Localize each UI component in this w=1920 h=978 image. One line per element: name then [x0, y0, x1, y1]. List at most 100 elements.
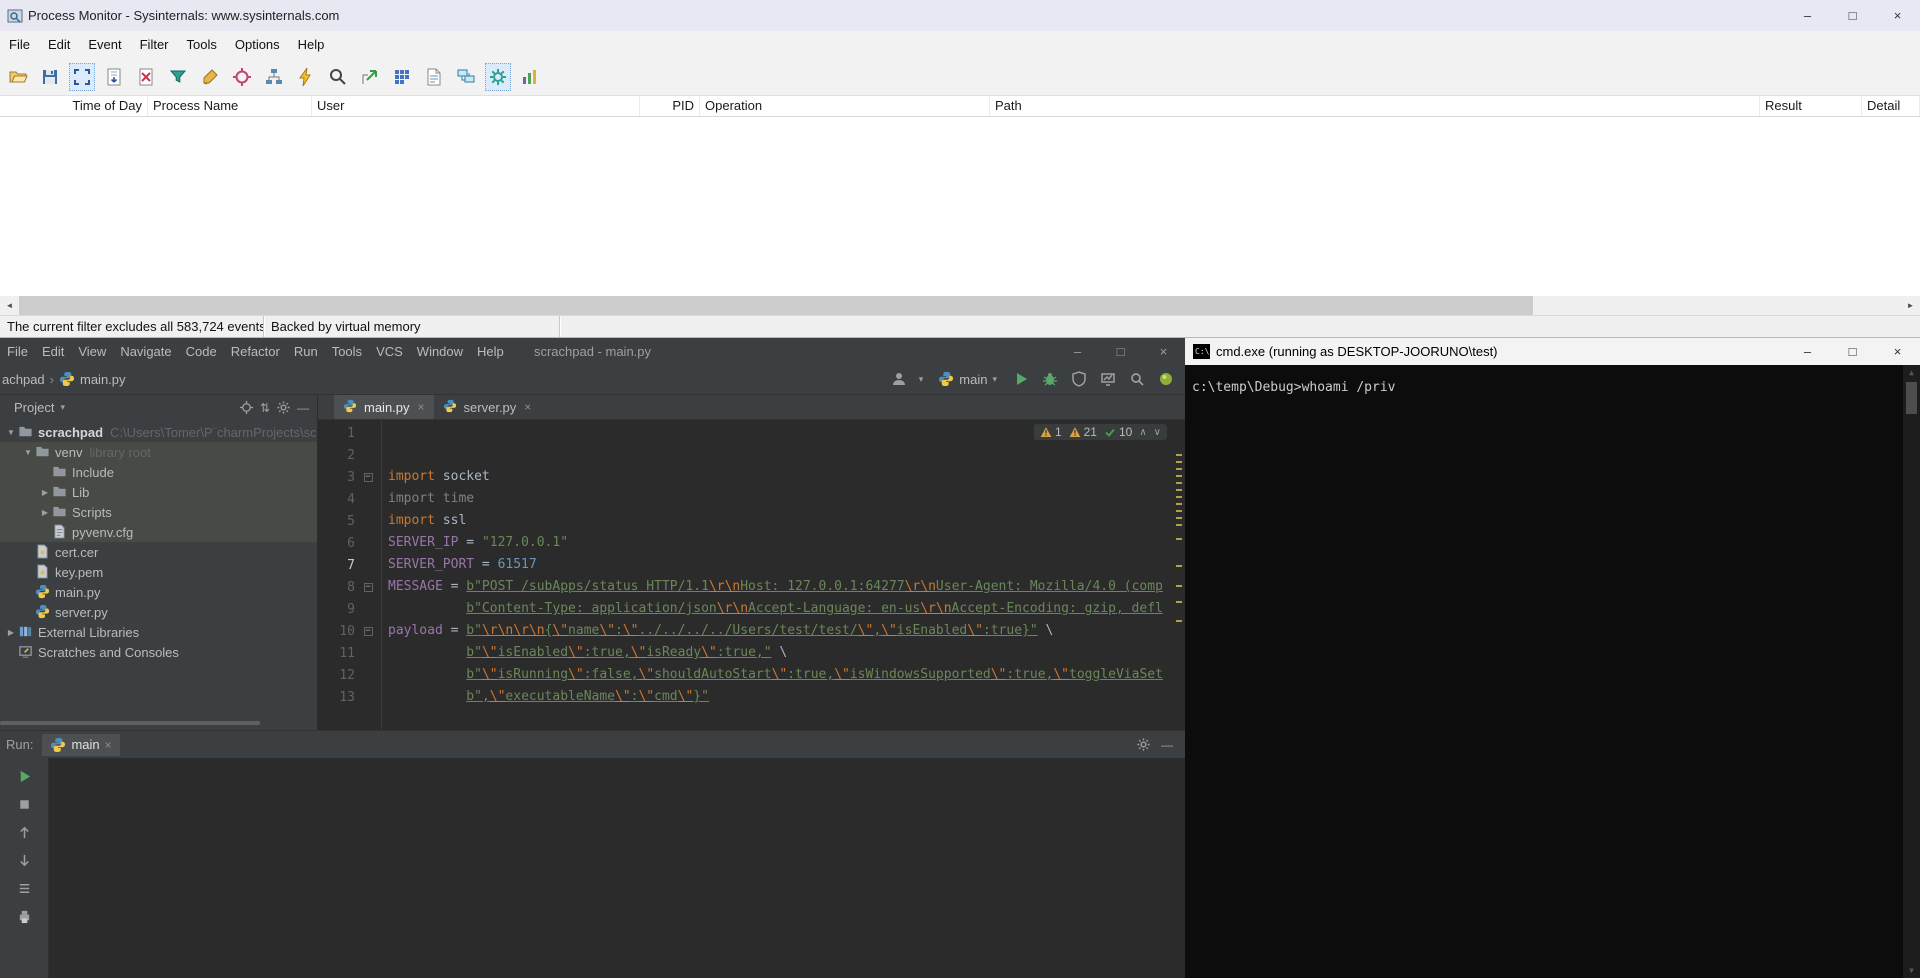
editor-tab-server-py[interactable]: server.py×: [434, 395, 541, 419]
cmd-terminal[interactable]: c:\temp\Debug>whoami /priv ▲ ▼: [1185, 365, 1920, 978]
swap-button[interactable]: ⇅: [260, 401, 270, 415]
chevron-down-icon[interactable]: ▼: [4, 428, 18, 437]
pycharm-titlebar[interactable]: FileEditViewNavigateCodeRefactorRunTools…: [0, 338, 1185, 364]
tree-item-server-py[interactable]: server.py: [0, 602, 317, 622]
tree-item-scripts[interactable]: ▶Scripts: [0, 502, 317, 522]
maximize-button[interactable]: □: [1830, 338, 1875, 365]
show-network-button[interactable]: [453, 63, 479, 91]
pycharm-menu-view[interactable]: View: [71, 344, 113, 359]
procmon-menu-tools[interactable]: Tools: [178, 37, 226, 52]
column-header-time-of-day[interactable]: Time of Day: [0, 96, 148, 116]
rerun-button[interactable]: [15, 767, 33, 785]
procmon-menu-event[interactable]: Event: [79, 37, 130, 52]
column-header-detail[interactable]: Detail: [1862, 96, 1920, 116]
hide-panel-button[interactable]: —: [1161, 738, 1173, 752]
tree-item-key-pem[interactable]: key.pem: [0, 562, 317, 582]
tree-item-include[interactable]: Include: [0, 462, 317, 482]
coverage-button[interactable]: [1070, 370, 1088, 388]
procmon-horizontal-scrollbar[interactable]: ◄ ►: [0, 296, 1920, 315]
breadcrumb-file[interactable]: main.py: [80, 372, 126, 387]
editor-tab-main-py[interactable]: main.py×: [334, 395, 434, 419]
show-process-button[interactable]: [485, 63, 511, 91]
maximize-button[interactable]: □: [1830, 0, 1875, 31]
fold-icon[interactable]: −: [364, 583, 373, 592]
run-config-selector[interactable]: main▾: [934, 369, 1001, 389]
chevron-down-icon[interactable]: ▼: [21, 448, 35, 457]
open-button[interactable]: [5, 63, 31, 91]
procmon-scrollbar-thumb[interactable]: [19, 296, 1533, 315]
minimize-button[interactable]: –: [1785, 338, 1830, 365]
run-console[interactable]: [49, 758, 1185, 978]
chevron-right-icon[interactable]: ▶: [4, 628, 18, 637]
autoscroll-button[interactable]: [101, 63, 127, 91]
close-button[interactable]: ×: [1142, 338, 1185, 364]
scroll-down-arrow[interactable]: ▼: [1909, 963, 1914, 978]
tree-item-pyvenv-cfg[interactable]: pyvenv.cfg: [0, 522, 317, 542]
up-button[interactable]: [15, 823, 33, 841]
close-icon[interactable]: ×: [105, 738, 112, 752]
profiler-button[interactable]: [1099, 370, 1117, 388]
process-tree-button[interactable]: [261, 63, 287, 91]
cmd-titlebar[interactable]: C:\ cmd.exe (running as DESKTOP-JOORUNO\…: [1185, 338, 1920, 365]
column-header-user[interactable]: User: [312, 96, 640, 116]
locate-button[interactable]: [239, 400, 254, 415]
breadcrumb-root[interactable]: achpad: [2, 372, 45, 387]
prev-problem-icon[interactable]: ∧: [1139, 427, 1146, 438]
fold-icon[interactable]: −: [364, 473, 373, 482]
column-header-process-name[interactable]: Process Name: [148, 96, 312, 116]
close-icon[interactable]: ×: [524, 400, 531, 414]
filter-button[interactable]: [165, 63, 191, 91]
column-header-pid[interactable]: PID: [640, 96, 700, 116]
cmd-scrollbar[interactable]: ▲ ▼: [1903, 365, 1920, 978]
bolt-button[interactable]: [293, 63, 319, 91]
run-tab-main[interactable]: main ×: [42, 734, 119, 756]
inspection-ok-count[interactable]: 10: [1104, 425, 1132, 439]
minimize-button[interactable]: –: [1056, 338, 1099, 364]
show-filesystem-button[interactable]: [421, 63, 447, 91]
tree-item-lib[interactable]: ▶Lib: [0, 482, 317, 502]
menu-button[interactable]: [15, 879, 33, 897]
pycharm-menu-file[interactable]: File: [0, 344, 35, 359]
tree-item-scrachpad[interactable]: ▼scrachpadC:\Users\Tomer\P¨charmProjects…: [0, 422, 317, 442]
pycharm-menu-run[interactable]: Run: [287, 344, 325, 359]
pycharm-menu-tools[interactable]: Tools: [325, 344, 369, 359]
procmon-event-list[interactable]: [0, 117, 1920, 296]
pycharm-menu-edit[interactable]: Edit: [35, 344, 71, 359]
editor-code[interactable]: import socketimport timeimport sslSERVER…: [382, 420, 1185, 730]
maximize-button[interactable]: □: [1099, 338, 1142, 364]
cmd-scrollbar-thumb[interactable]: [1906, 382, 1917, 414]
tree-item-cert-cer[interactable]: cert.cer: [0, 542, 317, 562]
procmon-titlebar[interactable]: Process Monitor - Sysinternals: www.sysi…: [0, 0, 1920, 31]
capture-button[interactable]: [69, 63, 95, 91]
pycharm-menu-code[interactable]: Code: [179, 344, 224, 359]
down-button[interactable]: [15, 851, 33, 869]
editor-error-stripe[interactable]: [1173, 420, 1185, 730]
procmon-menu-filter[interactable]: Filter: [131, 37, 178, 52]
next-problem-icon[interactable]: ∨: [1154, 427, 1161, 438]
minimize-button[interactable]: –: [1785, 0, 1830, 31]
tree-item-venv[interactable]: ▼venvlibrary root: [0, 442, 317, 462]
hide-panel-button[interactable]: —: [297, 401, 309, 415]
tree-item-scratches-and-consoles[interactable]: Scratches and Consoles: [0, 642, 317, 662]
pycharm-menu-vcs[interactable]: VCS: [369, 344, 410, 359]
pycharm-menu-navigate[interactable]: Navigate: [113, 344, 178, 359]
inspection-warning-count[interactable]: 21: [1069, 425, 1097, 439]
procmon-menu-file[interactable]: File: [0, 37, 39, 52]
include-process-button[interactable]: [229, 63, 255, 91]
gear-button[interactable]: [276, 400, 291, 415]
clear-button[interactable]: [133, 63, 159, 91]
project-tree-scrollbar[interactable]: [0, 721, 260, 725]
print-button[interactable]: [15, 907, 33, 925]
show-profiling-button[interactable]: [517, 63, 543, 91]
stop-button[interactable]: [15, 795, 33, 813]
column-header-path[interactable]: Path: [990, 96, 1760, 116]
project-panel-header[interactable]: Project ▾ ⇅—: [0, 395, 317, 420]
find-button[interactable]: [325, 63, 351, 91]
close-button[interactable]: ×: [1875, 338, 1920, 365]
scroll-left-arrow[interactable]: ◄: [0, 296, 19, 315]
inspection-warning-count[interactable]: 1: [1040, 425, 1062, 439]
tree-item-main-py[interactable]: main.py: [0, 582, 317, 602]
debug-button[interactable]: [1041, 370, 1059, 388]
jump-to-button[interactable]: [357, 63, 383, 91]
show-registry-button[interactable]: [389, 63, 415, 91]
